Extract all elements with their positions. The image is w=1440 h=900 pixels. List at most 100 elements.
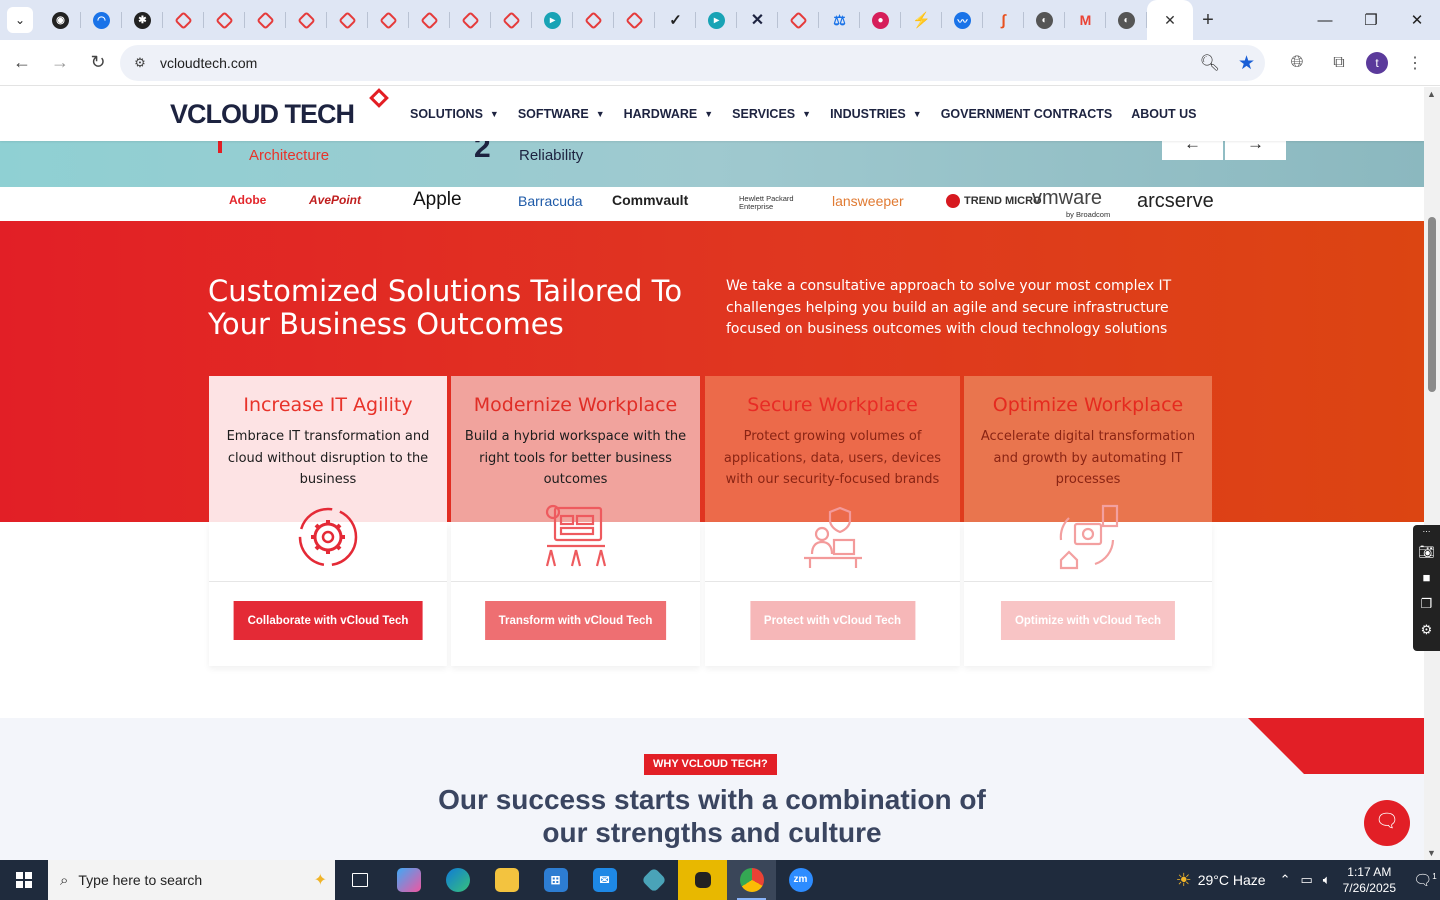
- browser-tab[interactable]: [245, 0, 286, 40]
- taskbar-store[interactable]: ⊞: [531, 860, 580, 900]
- browser-tab[interactable]: ◐: [1024, 0, 1065, 40]
- extensions-icon[interactable]: ⧉: [1324, 54, 1354, 72]
- caret-down-icon: ▼: [802, 109, 812, 119]
- taskbar-zoom[interactable]: zm: [776, 860, 825, 900]
- browser-tab[interactable]: [450, 0, 491, 40]
- brand-logo-barracuda[interactable]: Barracuda: [518, 193, 583, 209]
- chat-button[interactable]: 🗨︎: [1364, 800, 1410, 846]
- scroll-thumb[interactable]: [1428, 217, 1436, 392]
- nav-item-government-contracts[interactable]: GOVERNMENT CONTRACTS: [941, 107, 1113, 121]
- minimize-button[interactable]: —: [1302, 0, 1348, 40]
- camera-icon[interactable]: 📷︎: [1413, 539, 1440, 565]
- url-text[interactable]: vcloudtech.com: [160, 55, 257, 71]
- brand-logo-commvault[interactable]: Commvault: [612, 192, 688, 208]
- nav-item-about-us[interactable]: ABOUT US: [1131, 107, 1196, 121]
- video-icon[interactable]: ■: [1413, 565, 1440, 591]
- browser-menu-icon[interactable]: ⋮: [1400, 53, 1430, 73]
- browser-tab[interactable]: ◠: [81, 0, 122, 40]
- tab-search-button[interactable]: ⌄: [0, 0, 40, 40]
- profile-avatar[interactable]: t: [1366, 52, 1388, 74]
- browser-tab[interactable]: ✓: [655, 0, 696, 40]
- start-button[interactable]: [0, 860, 48, 900]
- browser-tab[interactable]: ▸: [532, 0, 573, 40]
- browser-tab[interactable]: ∫: [983, 0, 1024, 40]
- zoom-icon[interactable]: 🔍︎: [1200, 53, 1220, 73]
- brand-logo-arcserve[interactable]: arcserve: [1137, 190, 1214, 213]
- brand-logo-trendmicro[interactable]: TREND MICRO: [946, 194, 1042, 208]
- taskbar-explorer[interactable]: [482, 860, 531, 900]
- browser-tab[interactable]: ◐: [1106, 0, 1147, 40]
- browser-tab[interactable]: [614, 0, 655, 40]
- weather-widget[interactable]: ☀ 29°C Haze: [1176, 870, 1266, 891]
- nav-item-solutions[interactable]: SOLUTIONS ▼: [410, 107, 499, 121]
- chevron-up-icon[interactable]: ⌃: [1280, 872, 1291, 888]
- bookmark-star-icon[interactable]: ★: [1238, 52, 1255, 75]
- taskbar-edge[interactable]: [433, 860, 482, 900]
- taskbar-app[interactable]: [629, 860, 678, 900]
- scroll-up-arrow[interactable]: ▲: [1427, 89, 1436, 99]
- brand-logo-avepoint[interactable]: AvePoint: [309, 193, 361, 207]
- widget-handle-icon[interactable]: ⋯: [1413, 525, 1440, 539]
- browser-tab[interactable]: [491, 0, 532, 40]
- close-tab-icon[interactable]: ✕: [1164, 12, 1176, 29]
- slider-prev-button[interactable]: ←: [1162, 141, 1223, 160]
- close-window-button[interactable]: ✕: [1394, 0, 1440, 40]
- browser-tab[interactable]: ⚡: [901, 0, 942, 40]
- nav-item-services[interactable]: SERVICES ▼: [732, 107, 811, 121]
- browser-tab[interactable]: [573, 0, 614, 40]
- browser-tab[interactable]: ▸: [696, 0, 737, 40]
- site-logo[interactable]: VCLOUD TECH: [170, 99, 355, 130]
- taskbar-mail[interactable]: ✉: [580, 860, 629, 900]
- taskbar-chrome[interactable]: [727, 860, 776, 900]
- reload-button[interactable]: ↻: [80, 45, 116, 81]
- browser-tab[interactable]: [368, 0, 409, 40]
- transform-button[interactable]: Transform with vCloud Tech: [484, 601, 667, 640]
- browser-tab[interactable]: 〰: [942, 0, 983, 40]
- system-clock[interactable]: 1:17 AM 7/26/2025: [1343, 864, 1396, 896]
- volume-icon[interactable]: 🔈︎: [1323, 872, 1331, 888]
- browser-tab[interactable]: [286, 0, 327, 40]
- browser-tab[interactable]: [327, 0, 368, 40]
- task-view-button[interactable]: [335, 860, 384, 900]
- browser-tab-active[interactable]: ✕: [1147, 0, 1193, 40]
- address-bar[interactable]: ⚙ vcloudtech.com 🔍︎ ★: [120, 45, 1265, 81]
- back-button[interactable]: ←: [4, 45, 40, 81]
- taskbar-sticky-notes[interactable]: [678, 860, 727, 900]
- taskbar-copilot[interactable]: [384, 860, 433, 900]
- browser-tab[interactable]: ⚖: [819, 0, 860, 40]
- browser-tab[interactable]: M: [1065, 0, 1106, 40]
- forward-button[interactable]: →: [42, 45, 78, 81]
- nav-item-industries[interactable]: INDUSTRIES ▼: [830, 107, 922, 121]
- settings-gear-icon[interactable]: ⚙: [1413, 617, 1440, 643]
- tab-favicon-icon: [625, 10, 644, 30]
- browser-tab[interactable]: [778, 0, 819, 40]
- slider-next-button[interactable]: →: [1225, 141, 1286, 160]
- brand-logo-adobe[interactable]: Adobe: [229, 193, 266, 207]
- maximize-button[interactable]: ❐: [1348, 0, 1394, 40]
- brand-logo-apple[interactable]: Apple: [413, 189, 462, 211]
- browser-tab[interactable]: ◉: [40, 0, 81, 40]
- browser-tab[interactable]: ●: [860, 0, 901, 40]
- new-tab-button[interactable]: +: [1193, 0, 1223, 40]
- network-icon[interactable]: ▭: [1301, 872, 1313, 888]
- scroll-down-arrow[interactable]: ▼: [1427, 848, 1436, 858]
- browser-tab[interactable]: [409, 0, 450, 40]
- brand-logo-vmware[interactable]: vmware: [1032, 187, 1102, 210]
- window-icon[interactable]: ❐: [1413, 591, 1440, 617]
- collaborate-button[interactable]: Collaborate with vCloud Tech: [233, 601, 423, 640]
- optimize-button[interactable]: Optimize with vCloud Tech: [1000, 601, 1176, 640]
- brand-logo-lansweeper[interactable]: lansweeper: [832, 193, 904, 209]
- browser-tab[interactable]: ✕: [737, 0, 778, 40]
- protect-button[interactable]: Protect with vCloud Tech: [749, 601, 916, 640]
- nav-item-software[interactable]: SOFTWARE ▼: [518, 107, 605, 121]
- browser-tab[interactable]: [163, 0, 204, 40]
- browser-tab[interactable]: [204, 0, 245, 40]
- page-scrollbar[interactable]: ▲ ▼: [1424, 87, 1440, 860]
- brand-logo-hpe[interactable]: Hewlett Packard Enterprise: [739, 195, 799, 211]
- browser-tab[interactable]: ✱: [122, 0, 163, 40]
- translate-icon[interactable]: 🌐︎: [1282, 54, 1312, 72]
- nav-item-hardware[interactable]: HARDWARE ▼: [624, 107, 714, 121]
- notification-button[interactable]: 🗨︎1: [1410, 871, 1440, 889]
- site-info-icon[interactable]: ⚙: [124, 55, 156, 71]
- taskbar-search[interactable]: ⌕ Type here to search ✦: [48, 860, 335, 900]
